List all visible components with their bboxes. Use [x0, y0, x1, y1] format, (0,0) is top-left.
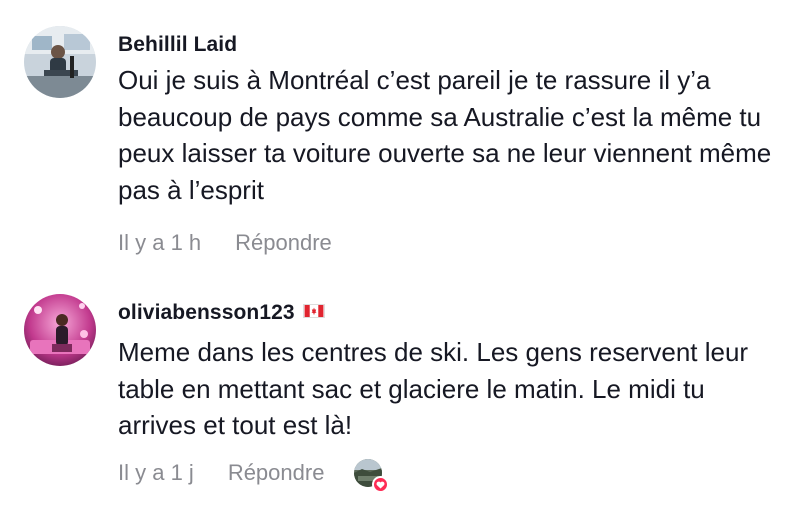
comment-text: Meme dans les centres de ski. Les gens r… [118, 337, 749, 440]
comment-username-row: oliviabensson123 [118, 301, 325, 325]
comment-username[interactable]: oliviabensson123 [118, 301, 295, 324]
comment-username[interactable]: Behillil Laid [118, 33, 237, 57]
reply-button[interactable]: Répondre [228, 460, 325, 486]
creator-liked-badge [354, 459, 390, 493]
heart-icon [372, 476, 390, 493]
comment-meta: Il y a 1 h Répondre [118, 230, 332, 256]
reply-button[interactable]: Répondre [235, 230, 332, 256]
comment-timestamp: Il y a 1 h [118, 230, 202, 255]
avatar[interactable] [24, 26, 96, 98]
comment-meta: Il y a 1 j Répondre [118, 459, 390, 493]
avatar[interactable] [24, 294, 96, 366]
canada-flag-icon [302, 304, 325, 319]
user-avatar-photo-icon [24, 26, 96, 98]
comment-timestamp: Il y a 1 j [118, 460, 194, 485]
user-avatar-photo-icon [24, 294, 96, 366]
comment-text: Oui je suis à Montréal c’est pareil je t… [118, 65, 772, 205]
